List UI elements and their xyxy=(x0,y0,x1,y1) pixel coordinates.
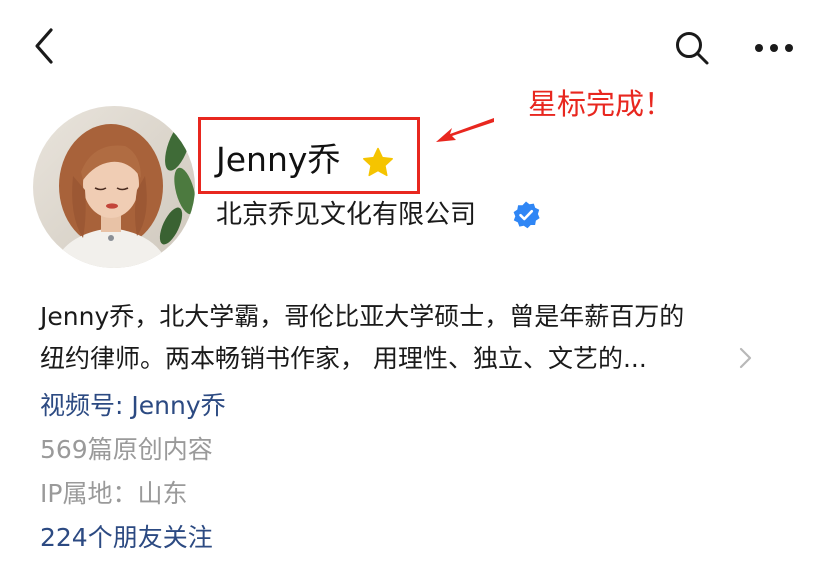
original-articles-count: 569篇原创内容 xyxy=(40,435,213,464)
annotation-label: 星标完成！ xyxy=(528,87,674,121)
description-line-1: Jenny乔，北大学霸，哥伦比亚大学硕士，曾是年薪百万的 xyxy=(40,302,685,331)
more-horizontal-icon xyxy=(755,44,793,52)
chevron-right-icon[interactable] xyxy=(736,346,754,370)
search-icon xyxy=(676,32,709,65)
back-button[interactable] xyxy=(24,24,64,68)
avatar-photo xyxy=(33,106,195,268)
channel-link[interactable]: 视频号: Jenny乔 xyxy=(40,389,226,423)
friends-following-link[interactable]: 224个朋友关注 xyxy=(40,521,213,555)
ip-location: IP属地：山东 xyxy=(40,479,188,508)
verified-badge-icon xyxy=(511,200,541,230)
chevron-left-icon xyxy=(35,28,53,64)
annotation-arrow-icon xyxy=(432,112,496,148)
company-name: 北京乔见文化有限公司 xyxy=(216,200,477,230)
star-icon[interactable] xyxy=(361,146,395,180)
search-button[interactable] xyxy=(670,26,714,70)
account-description[interactable]: Jenny乔，北大学霸，哥伦比亚大学硕士，曾是年薪百万的 纽约律师。两本畅销书作… xyxy=(40,298,730,390)
account-name: Jenny乔 xyxy=(216,140,341,179)
avatar[interactable] xyxy=(33,106,195,268)
description-line-2: 纽约律师。两本畅销书作家， 用理性、独立、文艺的... xyxy=(40,344,647,373)
more-button[interactable] xyxy=(748,26,800,70)
